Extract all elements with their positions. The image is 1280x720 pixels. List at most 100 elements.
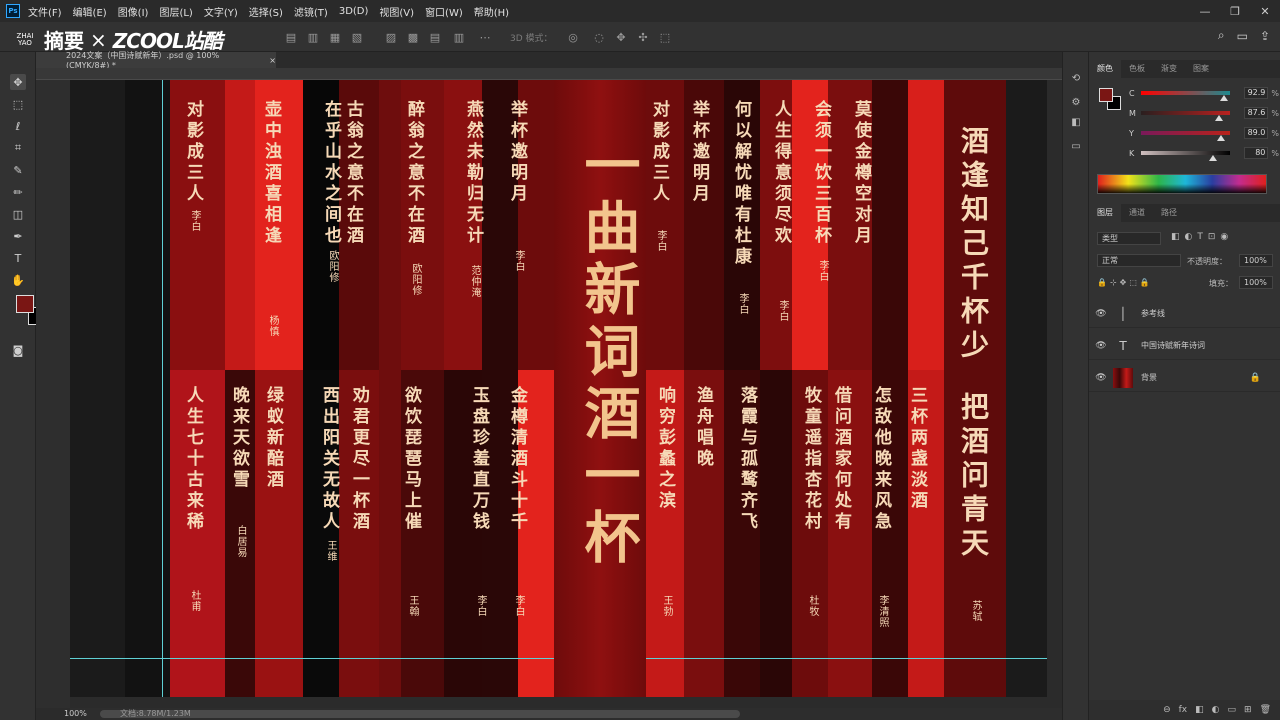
comments-icon[interactable]: ▭ [1070,140,1082,152]
horizontal-scroll-thumb[interactable] [100,710,740,718]
brush-tool-icon[interactable]: ✏ [10,184,26,200]
lock-icons[interactable]: 🔒⊹✥⬚🔒 [1097,278,1153,287]
tab-color[interactable]: 颜色 [1089,60,1121,78]
foreground-color-swatch[interactable] [16,295,34,313]
share-icon[interactable]: ⇪ [1260,29,1270,43]
document-tab[interactable]: 2024文案（中国诗赋新年）.psd @ 100% (CMYK/8#) * × [36,51,276,70]
minimize-button[interactable]: — [1190,0,1220,22]
quick-mask-icon[interactable]: ◙ [10,342,26,358]
slider-knob[interactable] [1220,95,1229,101]
layer-row[interactable]: 👁 T 中国诗赋新年诗词 [1089,332,1280,360]
document-info[interactable]: 文档:8.78M/1.23M [120,708,191,720]
move-tool-icon[interactable]: ✥ [10,74,26,90]
tab-paths[interactable]: 路径 [1153,204,1185,222]
search-icon[interactable]: ⌕ [1218,28,1225,43]
slider-knob[interactable] [1215,115,1224,121]
lock-icon[interactable]: 🔒 [1250,373,1261,383]
slider-knob[interactable] [1208,155,1217,161]
3d-slide-icon[interactable]: ✣ [636,30,650,44]
visibility-eye-icon[interactable]: 👁 [1089,341,1113,351]
opacity-input[interactable]: 100% [1239,254,1273,267]
adjustment-layer-icon[interactable]: ◐ [1212,705,1220,715]
channel-slider[interactable] [1140,151,1231,161]
libraries-icon[interactable]: ◧ [1070,116,1082,128]
horizontal-guide-left[interactable] [70,658,554,659]
canvas[interactable]: 一曲新词酒一杯 对影成三人 李白 壶中浊酒喜相逢 杨慎 古翁之意不在酒 在乎山水之间也 欧阳… [70,80,1047,697]
pen-tool-icon[interactable]: ✒ [10,228,26,244]
channel-value-input[interactable]: 92.9 [1244,87,1269,99]
menu-3d[interactable]: 3D(D) [339,6,369,17]
align-center-icon[interactable]: ▥ [306,30,320,44]
delete-layer-icon[interactable]: 🗑 [1260,705,1271,715]
align-top-icon[interactable]: ▧ [350,30,364,44]
tab-layers[interactable]: 图层 [1089,204,1121,222]
menu-help[interactable]: 帮助(H) [474,4,509,19]
3d-roll-icon[interactable]: ◌ [592,30,606,44]
menu-view[interactable]: 视图(V) [379,4,414,19]
distribute-middle-icon[interactable]: ▩ [406,30,420,44]
tab-swatches[interactable]: 色板 [1121,60,1153,78]
layer-row[interactable]: 👁 │ 参考线 [1089,300,1280,328]
visibility-eye-icon[interactable]: 👁 [1089,373,1113,383]
menu-window[interactable]: 窗口(W) [425,4,463,19]
layer-filter-icons[interactable]: ◧◐T⊡◉ [1171,232,1233,242]
align-left-icon[interactable]: ▤ [284,30,298,44]
channel-slider[interactable] [1140,111,1231,121]
workspace-icon[interactable]: ▭ [1237,29,1248,43]
menu-select[interactable]: 选择(S) [249,4,283,19]
slider-knob[interactable] [1216,135,1225,141]
3d-orbit-icon[interactable]: ◎ [566,30,580,44]
vertical-guide[interactable] [162,80,163,697]
properties-icon[interactable]: ⚙ [1070,96,1082,108]
visibility-eye-icon[interactable]: 👁 [1089,309,1113,319]
close-tab-icon[interactable]: × [269,56,276,65]
add-mask-icon[interactable]: ◧ [1195,705,1204,715]
new-group-icon[interactable]: ▭ [1228,705,1237,715]
channel-slider[interactable] [1140,91,1231,101]
channel-value-input[interactable]: 80 [1244,147,1269,159]
color-spectrum-ramp[interactable] [1097,174,1267,194]
lasso-tool-icon[interactable]: ℓ [10,118,26,134]
channel-value-input[interactable]: 89.0 [1244,127,1269,139]
channel-slider[interactable] [1140,131,1231,141]
tab-channels[interactable]: 通道 [1121,204,1153,222]
more-options-icon[interactable]: ⋯ [478,30,492,44]
link-layers-icon[interactable]: ⊖ [1163,705,1171,715]
3d-scale-icon[interactable]: ⬚ [658,30,672,44]
align-right-icon[interactable]: ▦ [328,30,342,44]
distribute-top-icon[interactable]: ▨ [384,30,398,44]
layer-kind-filter[interactable]: 类型 [1097,232,1161,245]
horizontal-guide-right[interactable] [646,658,1047,659]
blend-mode-select[interactable]: 正常 [1097,254,1181,267]
type-tool-icon[interactable]: T [10,250,26,266]
tab-patterns[interactable]: 图案 [1185,60,1217,78]
panel-foreground-swatch[interactable] [1099,88,1113,102]
menu-filter[interactable]: 滤镜(T) [294,4,328,19]
restore-button[interactable]: ❐ [1220,0,1250,22]
new-layer-icon[interactable]: ⊞ [1244,705,1252,715]
eyedropper-tool-icon[interactable]: ✎ [10,162,26,178]
hand-tool-icon[interactable]: ✋ [10,272,26,288]
history-icon[interactable]: ⟲ [1070,72,1082,84]
3d-drag-icon[interactable]: ✥ [614,30,628,44]
channel-value-input[interactable]: 87.6 [1244,107,1269,119]
layer-style-icon[interactable]: fx [1179,705,1188,715]
distribute-horizontal-icon[interactable]: ▥ [452,30,466,44]
top-poem-line: 在乎山水之间也 [321,100,341,247]
menu-type[interactable]: 文字(Y) [204,4,238,19]
menu-image[interactable]: 图像(I) [118,4,149,19]
tab-gradients[interactable]: 渐变 [1153,60,1185,78]
zoom-level[interactable]: 100% [64,708,87,720]
menu-layer[interactable]: 图层(L) [159,4,192,19]
eraser-tool-icon[interactable]: ◫ [10,206,26,222]
distribute-bottom-icon[interactable]: ▤ [428,30,442,44]
crop-tool-icon[interactable]: ⌗ [10,140,26,156]
marquee-tool-icon[interactable]: ⬚ [10,96,26,112]
menu-file[interactable]: 文件(F) [28,4,62,19]
color-panel-tabs: 颜色 色板 渐变 图案 [1089,60,1280,78]
fill-input[interactable]: 100% [1239,276,1273,289]
menu-edit[interactable]: 编辑(E) [73,4,107,19]
close-button[interactable]: ✕ [1250,0,1280,22]
layer-row[interactable]: 👁 背景 🔒 [1089,364,1280,392]
horizontal-scrollbar[interactable] [70,708,1074,720]
